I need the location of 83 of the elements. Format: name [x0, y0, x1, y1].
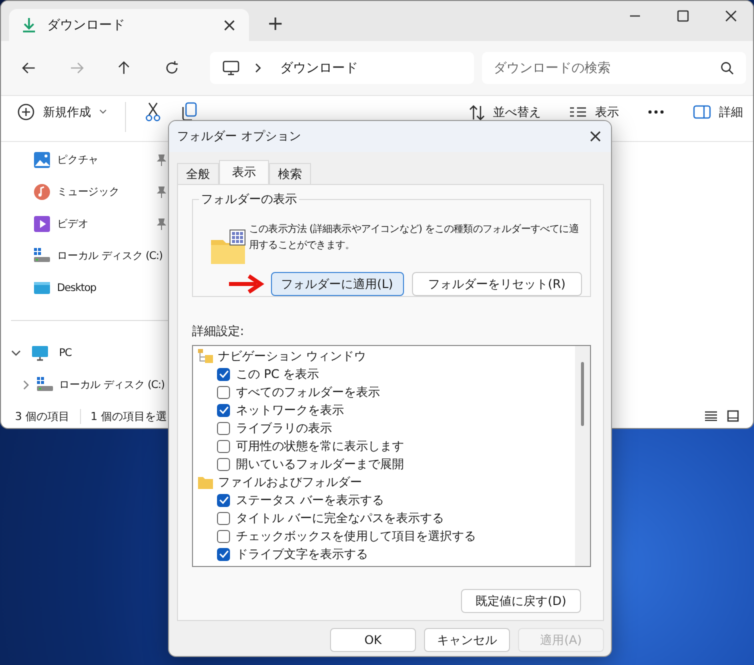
tiles-view-icon[interactable] — [727, 410, 739, 422]
close-icon[interactable] — [725, 10, 737, 22]
close-tab-button[interactable]: × — [222, 14, 237, 36]
copy-icon[interactable] — [180, 102, 198, 122]
details-view-icon[interactable] — [705, 411, 717, 421]
monitor-icon — [222, 60, 240, 76]
music-icon — [33, 183, 51, 201]
chevron-down-icon — [99, 109, 107, 115]
pc-icon — [31, 344, 49, 362]
chevron-down-icon[interactable] — [11, 348, 21, 358]
close-button[interactable]: × — [588, 126, 603, 147]
item-label: ビデオ — [57, 217, 90, 231]
tree-item[interactable]: ローカル ディスク (C:) — [1, 369, 168, 401]
back-arrow-icon[interactable] — [21, 60, 37, 76]
item-label: PC — [59, 347, 72, 359]
folder-grid-icon — [209, 228, 247, 266]
dialog-tab[interactable]: 検索 — [269, 163, 311, 184]
videos-icon — [33, 215, 51, 233]
sidebar-item[interactable]: Desktop — [1, 272, 168, 304]
scissors-icon[interactable] — [144, 102, 162, 122]
sidebar-item[interactable]: ピクチャ — [1, 144, 168, 176]
folder-action-button[interactable]: フォルダーに適用(L) — [270, 272, 404, 296]
view-button[interactable]: 表示 — [569, 104, 619, 120]
dialog-tab[interactable]: 表示 — [219, 160, 269, 184]
setting-checkbox[interactable]: この PC を表示 — [197, 365, 575, 383]
setting-checkbox[interactable]: ライブラリの表示 — [197, 419, 575, 437]
item-label: Desktop — [57, 282, 98, 294]
list-view-icon — [569, 105, 587, 119]
advanced-settings-label: 詳細設定: — [192, 323, 246, 340]
details-pane-icon — [693, 105, 711, 119]
setting-checkbox[interactable]: ドライブ文字を表示する — [197, 545, 575, 563]
new-tab-button[interactable]: + — [267, 11, 284, 35]
download-icon — [21, 17, 37, 33]
description-text: この表示方法 (詳細表示やアイコンなど) をこの種類のフォルダーすべてに適用することができます。 — [249, 222, 580, 253]
more-icon[interactable] — [647, 109, 665, 115]
sidebar-item[interactable]: ローカル ディスク (C:) — [1, 240, 168, 272]
folder-action-button[interactable]: フォルダーをリセット(R) — [412, 272, 582, 296]
setting-checkbox[interactable]: タイトル バーに完全なパスを表示する — [197, 509, 575, 527]
dialog-button[interactable]: キャンセル — [424, 628, 510, 652]
dialog-button[interactable]: OK — [330, 628, 416, 652]
restore-defaults-button[interactable]: 既定値に戻す(D) — [461, 589, 581, 613]
folder-tab[interactable]: ダウンロード × — [9, 9, 249, 41]
pictures-icon — [33, 151, 51, 169]
address-field[interactable]: ダウンロード — [210, 52, 474, 84]
tab-title: ダウンロード — [47, 17, 126, 34]
plus-circle-icon — [17, 103, 35, 121]
drive-icon — [36, 376, 54, 394]
item-label: ミュージック — [57, 185, 120, 199]
path-text: ダウンロード — [280, 60, 358, 77]
sort-arrows-icon — [469, 104, 485, 120]
item-label: ローカル ディスク (C:) — [57, 249, 164, 263]
drive-icon — [33, 247, 51, 265]
dialog-title: フォルダー オプション — [177, 128, 301, 145]
selection-count: 1 個の項目を選 — [80, 408, 167, 424]
navigation-folder-icon — [197, 348, 214, 364]
sidebar-item[interactable]: ミュージック — [1, 176, 168, 208]
setting-checkbox[interactable]: ステータス バーを表示する — [197, 491, 575, 509]
pointer-arrow — [227, 274, 267, 294]
sidebar-item[interactable]: ビデオ — [1, 208, 168, 240]
tree-item[interactable]: PC — [1, 337, 168, 369]
dialog-tab[interactable]: 全般 — [177, 163, 219, 184]
scrollbar[interactable] — [575, 346, 590, 566]
group-label: ナビゲーション ウィンドウ — [218, 348, 366, 364]
folder-icon — [197, 474, 214, 490]
new-button[interactable]: 新規作成 — [17, 102, 107, 122]
search-field[interactable]: ダウンロードの検索 — [482, 52, 746, 84]
group-label: ファイルおよびフォルダー — [218, 474, 362, 490]
setting-checkbox[interactable]: 可用性の状態を常に表示します — [197, 437, 575, 455]
item-label: ローカル ディスク (C:) — [59, 378, 166, 392]
details-pane-button[interactable]: 詳細 — [693, 104, 743, 120]
item-label: ピクチャ — [57, 153, 100, 167]
chevron-right-icon — [254, 62, 262, 74]
setting-checkbox[interactable]: すべてのフォルダーを表示 — [197, 383, 575, 401]
refresh-icon[interactable] — [164, 60, 180, 76]
setting-checkbox[interactable]: チェックボックスを使用して項目を選択する — [197, 527, 575, 545]
setting-checkbox[interactable]: ネットワークを表示 — [197, 401, 575, 419]
chevron-right-icon[interactable] — [21, 380, 31, 390]
setting-checkbox[interactable]: 開いているフォルダーまで展開 — [197, 455, 575, 473]
group-title: フォルダーの表示 — [199, 191, 299, 208]
maximize-icon[interactable] — [677, 10, 689, 22]
desktop-icon — [33, 279, 51, 297]
sort-button[interactable]: 並べ替え — [469, 104, 541, 120]
item-count: 3 個の項目 — [15, 408, 70, 424]
